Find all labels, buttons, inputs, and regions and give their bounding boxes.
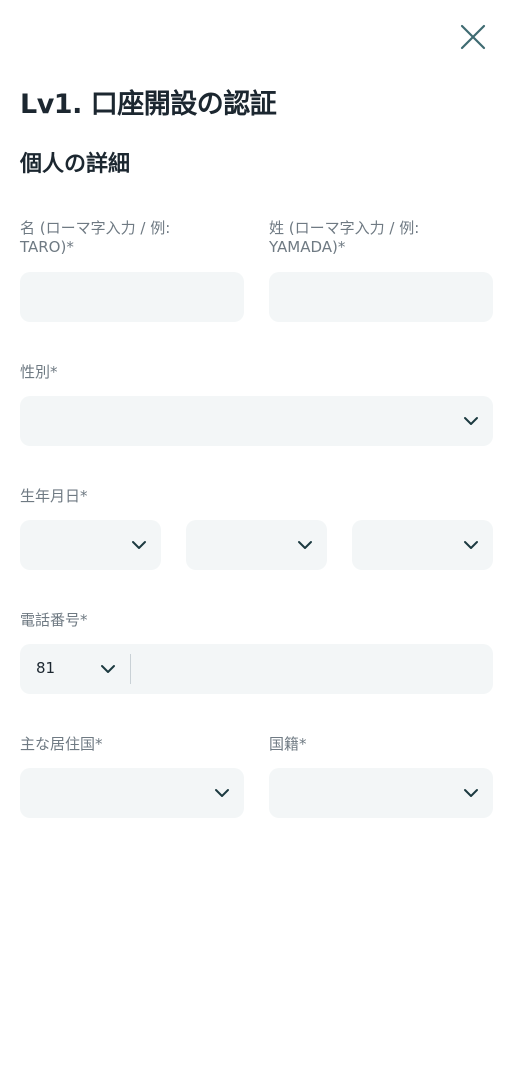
country-code-value: 81 xyxy=(36,659,56,677)
phone-number-input[interactable] xyxy=(132,644,493,694)
residence-select[interactable] xyxy=(20,768,244,818)
gender-label: 性別* xyxy=(20,363,58,381)
phone-field: 81 xyxy=(20,644,493,694)
chevron-down-icon xyxy=(298,541,312,549)
chevron-down-icon xyxy=(101,665,115,673)
first-name-label-line2: TARO)* xyxy=(20,238,74,256)
nationality-label: 国籍* xyxy=(269,735,307,753)
account-verification-page: Lv1. 口座開設の認証 個人の詳細 名 (ローマ字入力 / 例: TARO)*… xyxy=(0,0,512,1068)
chevron-down-icon xyxy=(464,541,478,549)
residence-label: 主な居住国* xyxy=(20,735,103,753)
last-name-label-line2: YAMADA)* xyxy=(269,238,346,256)
phone-label: 電話番号* xyxy=(20,611,88,629)
last-name-input[interactable] xyxy=(269,272,493,322)
first-name-input[interactable] xyxy=(20,272,244,322)
close-button[interactable] xyxy=(456,20,490,54)
birth-year-select[interactable] xyxy=(20,520,161,570)
birth-day-select[interactable] xyxy=(352,520,493,570)
chevron-down-icon xyxy=(464,417,478,425)
last-name-label-line1: 姓 (ローマ字入力 / 例: xyxy=(269,219,420,237)
page-title: Lv1. 口座開設の認証 xyxy=(20,89,277,120)
chevron-down-icon xyxy=(215,789,229,797)
chevron-down-icon xyxy=(132,541,146,549)
first-name-label: 名 (ローマ字入力 / 例: TARO)* xyxy=(20,219,250,257)
section-title: 個人の詳細 xyxy=(20,152,131,177)
gender-select[interactable] xyxy=(20,396,493,446)
birth-month-select[interactable] xyxy=(186,520,327,570)
first-name-label-line1: 名 (ローマ字入力 / 例: xyxy=(20,219,171,237)
phone-divider xyxy=(130,654,131,684)
country-code-select[interactable]: 81 xyxy=(20,644,130,694)
chevron-down-icon xyxy=(464,789,478,797)
last-name-label: 姓 (ローマ字入力 / 例: YAMADA)* xyxy=(269,219,499,257)
close-icon xyxy=(460,24,486,50)
nationality-select[interactable] xyxy=(269,768,493,818)
birthdate-label: 生年月日* xyxy=(20,487,88,505)
